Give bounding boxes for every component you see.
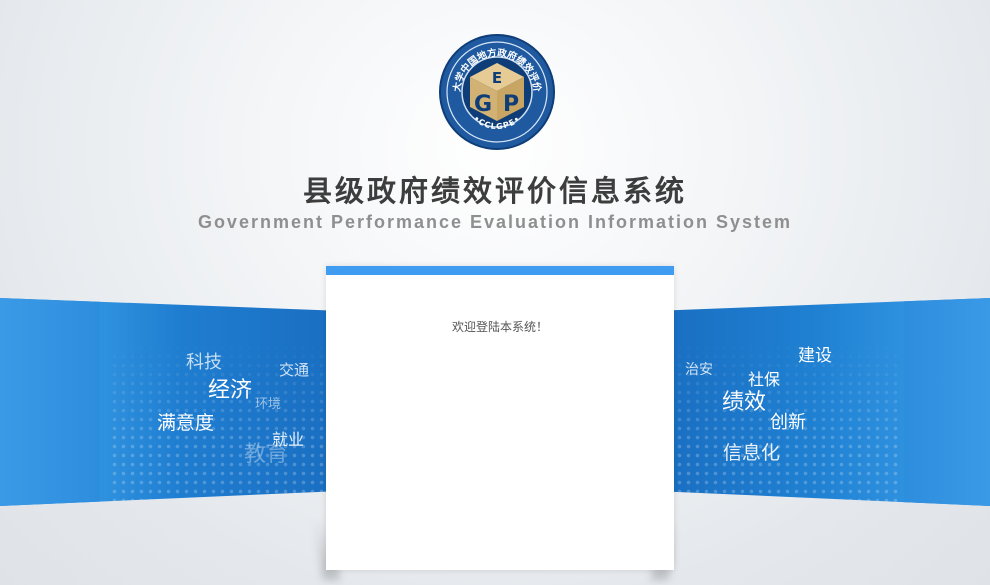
login-card: 欢迎登陆本系统！ [326,266,674,570]
logo-letter-p: P [503,92,519,117]
left-keyword-banner: 科技 交通 经济 环境 满意度 就业 教育 [0,298,330,506]
cclgpe-logo: 兰州大学中国地方政府绩效评价中心 •CCLGPE• E G P [432,24,556,151]
system-title-cn: 县级政府绩效评价信息系统 [302,174,687,208]
right-keyword-banner: 建设 治安 社保 绩效 创新 信息化 [666,298,990,506]
logo-letter-g: G [474,92,492,117]
login-page: 兰州大学中国地方政府绩效评价中心 •CCLGPE• E G P 县级政府绩效评价… [0,0,990,585]
card-accent-bar [326,266,674,275]
left-banner-face [0,298,100,506]
keyword-keji: 科技 [186,352,222,373]
right-banner-face [904,298,990,506]
logo-emblem: 兰州大学中国地方政府绩效评价中心 •CCLGPE• E G P [432,24,555,150]
keyword-jiaoyu: 教育 [244,442,289,467]
right-dot-pattern [666,298,900,506]
logo-letter-e: E [492,69,502,87]
keyword-zhian: 治安 [685,362,713,378]
system-title-en: Government Performance Evaluation Inform… [197,212,793,232]
keyword-jiaotong: 交通 [279,361,310,379]
keyword-jianshe: 建设 [798,346,832,366]
keyword-xinxihua: 信息化 [723,442,781,464]
keyword-manyidu: 满意度 [157,412,215,434]
keyword-chuangxin: 创新 [770,412,806,433]
keyword-jingji: 经济 [208,378,253,403]
keyword-jixiao: 绩效 [722,390,767,415]
keyword-huanjing: 环境 [255,397,282,412]
welcome-message: 欢迎登陆本系统！ [451,320,548,334]
